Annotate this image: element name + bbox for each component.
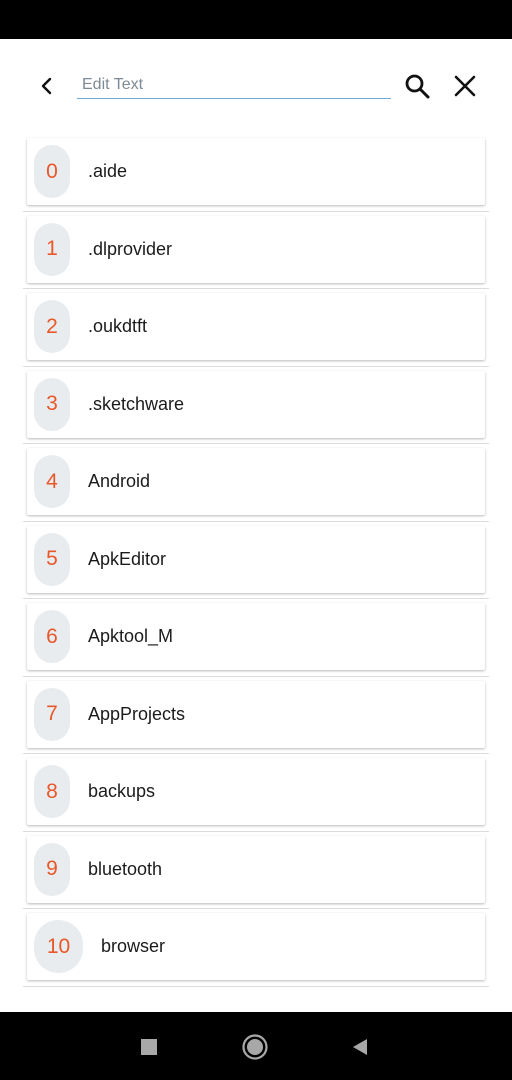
folder-name: backups xyxy=(88,781,156,801)
list-item: 8 backups xyxy=(23,754,489,832)
index-badge: 6 xyxy=(34,610,70,663)
search-icon xyxy=(405,74,430,99)
folder-card[interactable]: 5 ApkEditor xyxy=(27,525,485,593)
close-icon xyxy=(454,75,476,97)
folder-card[interactable]: 6 Apktool_M xyxy=(27,603,485,670)
index-badge: 3 xyxy=(34,377,70,431)
recents-button[interactable] xyxy=(134,1032,164,1062)
list-item: 9 bluetooth xyxy=(23,832,489,910)
list-item: 2 .oukdtft xyxy=(23,289,489,367)
folder-card[interactable]: 9 bluetooth xyxy=(27,835,485,903)
list-item: 0 .aide xyxy=(23,134,489,212)
list-item: 1 .dlprovider xyxy=(23,212,489,290)
index-badge: 2 xyxy=(34,300,70,353)
home-button[interactable] xyxy=(240,1032,270,1062)
back-arrow-icon xyxy=(41,77,52,95)
index-badge: 10 xyxy=(34,920,83,973)
folder-name: Android xyxy=(88,471,151,491)
index-badge: 0 xyxy=(34,145,70,198)
index-badge: 1 xyxy=(34,222,70,276)
index-badge: 7 xyxy=(34,687,70,741)
folder-card[interactable]: 7 AppProjects xyxy=(27,680,485,748)
back-nav-button[interactable] xyxy=(345,1032,375,1062)
square-icon xyxy=(141,1039,157,1055)
folder-name: .sketchware xyxy=(88,393,185,414)
status-bar xyxy=(0,0,512,39)
index-badge: 8 xyxy=(34,765,70,818)
folder-card[interactable]: 8 backups xyxy=(27,758,485,825)
search-button[interactable] xyxy=(400,69,434,103)
folder-card[interactable]: 10 browser xyxy=(27,913,485,980)
list-item: 5 ApkEditor xyxy=(23,522,489,600)
folder-card[interactable]: 3 .sketchware xyxy=(27,370,485,438)
folder-name: .aide xyxy=(88,161,128,181)
search-input[interactable] xyxy=(77,74,391,99)
folder-name: Apktool_M xyxy=(88,626,174,646)
list-item: 6 Apktool_M xyxy=(23,599,489,677)
folder-card[interactable]: 2 .oukdtft xyxy=(27,293,485,360)
back-button[interactable] xyxy=(30,69,64,103)
folder-name: ApkEditor xyxy=(88,548,167,569)
folder-name: .oukdtft xyxy=(88,316,148,336)
close-button[interactable] xyxy=(448,69,482,103)
search-toolbar xyxy=(0,39,512,134)
folder-name: .dlprovider xyxy=(88,238,173,259)
folder-card[interactable]: 4 Android xyxy=(27,448,485,515)
list-item: 7 AppProjects xyxy=(23,677,489,755)
index-badge: 5 xyxy=(34,532,70,586)
folder-name: bluetooth xyxy=(88,858,163,879)
folder-name: AppProjects xyxy=(88,703,186,724)
list-item: 3 .sketchware xyxy=(23,367,489,445)
index-badge: 4 xyxy=(34,455,70,508)
folder-name: browser xyxy=(101,936,166,956)
folder-card[interactable]: 0 .aide xyxy=(27,138,485,205)
list-item: 10 browser xyxy=(23,909,489,987)
folder-list[interactable]: 0 .aide 1 .dlprovider 2 .oukdtft 3 .sket… xyxy=(0,134,512,1012)
navigation-bar xyxy=(0,1012,512,1080)
index-badge: 9 xyxy=(34,842,70,896)
folder-card[interactable]: 1 .dlprovider xyxy=(27,215,485,283)
triangle-back-icon xyxy=(353,1039,367,1055)
circle-icon xyxy=(242,1034,268,1060)
list-item: 4 Android xyxy=(23,444,489,522)
